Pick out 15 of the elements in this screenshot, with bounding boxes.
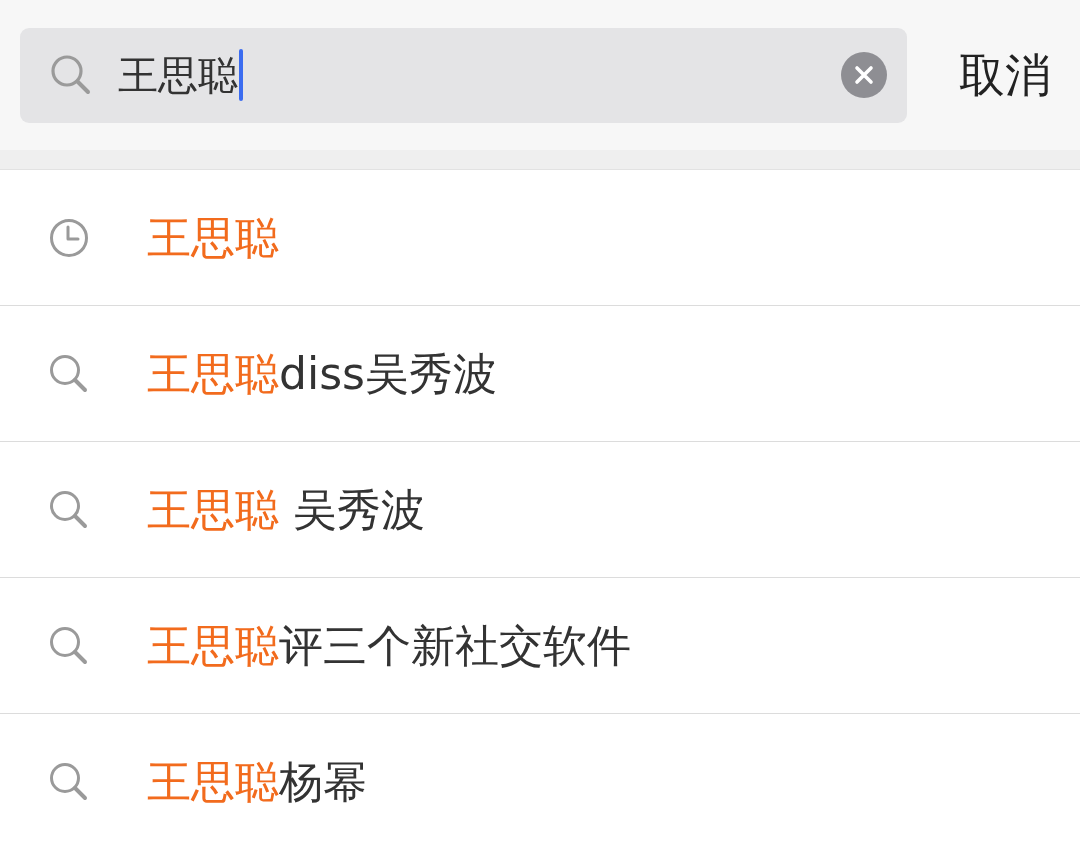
close-icon: [854, 65, 874, 85]
clear-button[interactable]: [841, 52, 887, 98]
search-icon: [50, 54, 92, 96]
suggestion-item[interactable]: 王思聪diss吴秀波: [0, 306, 1080, 442]
search-field[interactable]: 王思聪: [20, 27, 907, 123]
suggestion-item[interactable]: 王思聪 吴秀波: [0, 442, 1080, 578]
search-icon: [49, 625, 89, 666]
search-query: 王思聪: [118, 51, 238, 100]
search-icon: [49, 489, 89, 530]
search-icon: [49, 353, 89, 394]
clock-icon: [49, 217, 89, 258]
search-icon: [49, 761, 89, 802]
suggestion-item[interactable]: 王思聪评三个新社交软件: [0, 578, 1080, 714]
suggestion-item[interactable]: 王思聪杨幂: [0, 714, 1080, 841]
cancel-button[interactable]: 取消: [959, 47, 1051, 103]
